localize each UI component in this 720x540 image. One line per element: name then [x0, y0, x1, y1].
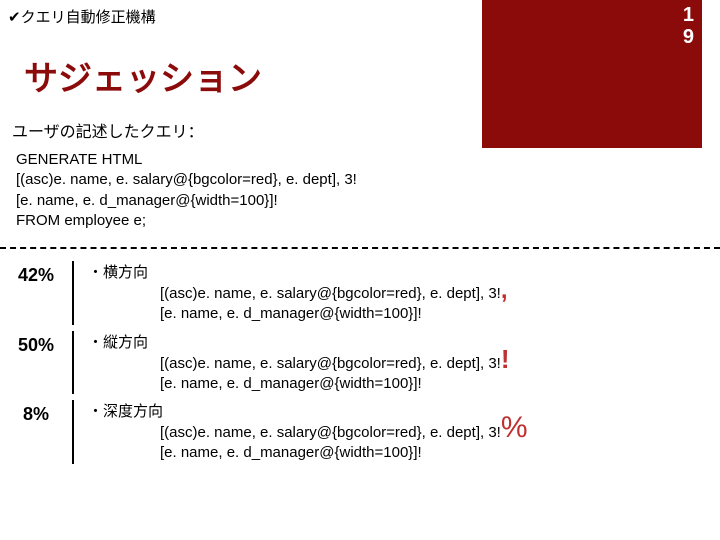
percent-label: 8% [0, 400, 72, 425]
slide-num-1: 1 [683, 4, 694, 26]
direction-label: ・横方向 [88, 261, 720, 284]
body-line-1: [(asc)e. name, e. salary@{bgcolor=red}, … [160, 424, 501, 441]
query-line-1: GENERATE HTML [16, 150, 720, 170]
query-line-2: [(asc)e. name, e. salary@{bgcolor=red}, … [16, 170, 720, 190]
accent-mark: , [501, 277, 508, 304]
percent-label: 50% [0, 331, 72, 356]
direction-block: ・横方向 [(asc)e. name, e. salary@{bgcolor=r… [88, 261, 720, 325]
body-line-2: [e. name, e. d_manager@{width=100}]! [160, 375, 422, 392]
accent-mark: % [501, 411, 528, 444]
body-line-1: [(asc)e. name, e. salary@{bgcolor=red}, … [160, 285, 501, 302]
accent-box: 1 9 [482, 0, 702, 148]
divider [0, 247, 720, 249]
header-check-label: ✔クエリ自動修正機構 [0, 0, 156, 27]
direction-body: [(asc)e. name, e. salary@{bgcolor=red}, … [88, 423, 720, 464]
slide-number: 1 9 [683, 4, 694, 48]
direction-body: [(asc)e. name, e. salary@{bgcolor=red}, … [88, 354, 720, 395]
vertical-divider [72, 261, 74, 325]
accent-mark: ! [501, 344, 510, 374]
direction-label: ・深度方向 [88, 400, 720, 423]
suggestion-row: 8% ・深度方向 [(asc)e. name, e. salary@{bgcol… [0, 396, 720, 466]
direction-block: ・縦方向 [(asc)e. name, e. salary@{bgcolor=r… [88, 331, 720, 395]
body-line-2: [e. name, e. d_manager@{width=100}]! [160, 305, 422, 322]
body-line-1: [(asc)e. name, e. salary@{bgcolor=red}, … [160, 355, 501, 372]
suggestion-row: 42% ・横方向 [(asc)e. name, e. salary@{bgcol… [0, 257, 720, 327]
percent-label: 42% [0, 261, 72, 286]
direction-body: [(asc)e. name, e. salary@{bgcolor=red}, … [88, 284, 720, 325]
direction-block: ・深度方向 [(asc)e. name, e. salary@{bgcolor=… [88, 400, 720, 464]
query-line-4: FROM employee e; [16, 211, 720, 231]
direction-label: ・縦方向 [88, 331, 720, 354]
vertical-divider [72, 400, 74, 464]
slide-num-2: 9 [683, 26, 694, 48]
suggestion-row: 50% ・縦方向 [(asc)e. name, e. salary@{bgcol… [0, 327, 720, 397]
query-line-3: [e. name, e. d_manager@{width=100}]! [16, 191, 720, 211]
original-query: GENERATE HTML [(asc)e. name, e. salary@{… [0, 148, 720, 241]
vertical-divider [72, 331, 74, 395]
body-line-2: [e. name, e. d_manager@{width=100}]! [160, 444, 422, 461]
